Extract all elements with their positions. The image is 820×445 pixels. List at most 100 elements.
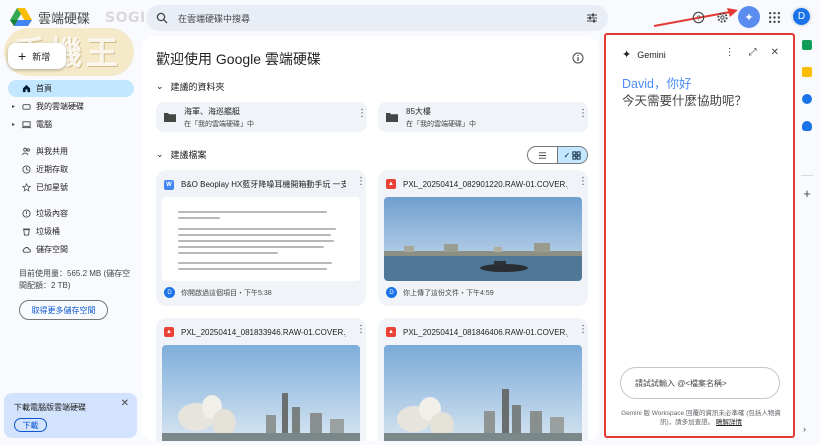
avatar: D bbox=[164, 287, 175, 298]
sidebar-item-spam[interactable]: 垃圾內容 bbox=[8, 205, 134, 222]
suggested-files-header[interactable]: ⌄ 建議檔案 bbox=[156, 148, 207, 161]
gear-icon[interactable] bbox=[713, 8, 731, 26]
folder-name: 海軍、海巡艦艇 bbox=[184, 106, 240, 116]
new-button[interactable]: + 新增 bbox=[8, 43, 66, 69]
folder-location: 在「我的雲端硬碟」中 bbox=[184, 120, 254, 128]
search-bar[interactable]: 在雲端硬碟中搜尋 bbox=[146, 5, 608, 31]
sidebar-item-star[interactable]: 已加星號 bbox=[8, 179, 134, 196]
image-file-icon: ▲ bbox=[164, 327, 174, 337]
file-name: B&O Beoplay HX藍牙降噪耳機開箱動手玩 一支有... bbox=[181, 180, 346, 189]
clock-icon bbox=[22, 165, 31, 174]
avatar: D bbox=[386, 287, 397, 298]
storage-usage-text: 目前使用量：565.2 MB (儲存空間配額：2 TB) bbox=[19, 269, 131, 290]
cloud-icon bbox=[22, 245, 31, 254]
sidebar-item-label: 首頁 bbox=[36, 84, 52, 93]
download-card-title: 下載電腦版雲端硬碟 bbox=[14, 403, 86, 412]
word-file-icon: W bbox=[164, 179, 174, 190]
sidebar-item-label: 儲存空間 bbox=[36, 245, 68, 254]
info-icon[interactable] bbox=[572, 52, 584, 64]
chevron-right-icon[interactable]: › bbox=[803, 424, 806, 434]
gemini-disclaimer-text: Gemini 版 Workspace 回覆的資訊未必準確 (包括人物資訊)，請多… bbox=[621, 410, 781, 426]
gemini-title: Gemini bbox=[637, 49, 666, 60]
close-icon[interactable]: ✕ bbox=[121, 398, 129, 409]
sidebar-item-label: 已加星號 bbox=[36, 183, 68, 192]
more-options-icon[interactable]: ⋮ bbox=[725, 47, 735, 58]
app-name: 雲端硬碟 bbox=[38, 10, 91, 26]
drive-logo-icon bbox=[10, 8, 32, 26]
image-file-icon: ▲ bbox=[386, 179, 396, 189]
suggested-folders-header[interactable]: ⌄ 建議的資料夾 bbox=[156, 80, 225, 93]
folder-card[interactable]: 海軍、海巡艦艇 在「我的雲端硬碟」中 ⋮ bbox=[156, 102, 367, 132]
file-card[interactable]: W B&O Beoplay HX藍牙降噪耳機開箱動手玩 一支有... ⋮ D 你… bbox=[156, 170, 366, 306]
sparkle-icon: ✦ bbox=[744, 11, 754, 24]
more-options-icon[interactable]: ⋮ bbox=[578, 109, 588, 119]
file-name: PXL_20250414_081833946.RAW-01.COVER.jpg bbox=[181, 327, 346, 337]
people-icon bbox=[22, 147, 31, 156]
trash-icon bbox=[22, 227, 31, 236]
sidebar-item-computer[interactable]: ▸ 電腦 bbox=[8, 116, 134, 133]
add-addon-icon[interactable]: + bbox=[800, 186, 814, 201]
gemini-disclaimer: Gemini 版 Workspace 回覆的資訊未必準確 (包括人物資訊)，請多… bbox=[616, 409, 786, 427]
get-more-storage-button[interactable]: 取得更多儲存空間 bbox=[19, 300, 108, 320]
svg-text:?: ? bbox=[696, 13, 700, 22]
sidebar-item-drive[interactable]: ▸ 我的雲端硬碟 bbox=[8, 98, 134, 115]
tune-icon[interactable] bbox=[586, 12, 598, 24]
gemini-prompt-input[interactable]: 請試試輸入 @<檔案名稱> bbox=[620, 367, 780, 399]
drive-logo[interactable]: 雲端硬碟 bbox=[10, 7, 90, 27]
sidebar-item-label: 我的雲端硬碟 bbox=[36, 102, 84, 111]
rail-divider bbox=[801, 175, 813, 176]
sidebar-item-cloud[interactable]: 儲存空間 bbox=[8, 241, 134, 258]
sidebar-item-label: 垃圾桶 bbox=[36, 227, 60, 236]
computer-icon bbox=[22, 120, 31, 129]
page-title: 歡迎使用 Google 雲端硬碟 bbox=[156, 51, 321, 67]
tasks-icon[interactable] bbox=[802, 94, 812, 104]
contacts-icon[interactable] bbox=[802, 121, 812, 131]
sidebar-item-label: 垃圾內容 bbox=[36, 209, 68, 218]
apps-grid-icon[interactable] bbox=[765, 8, 783, 26]
more-options-icon[interactable]: ⋮ bbox=[356, 325, 366, 335]
grid-view-button[interactable]: ✓ bbox=[557, 147, 587, 163]
sidebar-item-people[interactable]: 與我共用 bbox=[8, 143, 134, 160]
more-options-icon[interactable]: ⋮ bbox=[356, 177, 366, 187]
learn-more-link[interactable]: 瞭解詳情 bbox=[716, 419, 742, 426]
sidebar-item-trash[interactable]: 垃圾桶 bbox=[8, 223, 134, 240]
more-options-icon[interactable]: ⋮ bbox=[578, 177, 588, 187]
check-icon: ✓ bbox=[563, 150, 571, 160]
folder-icon bbox=[386, 113, 398, 122]
file-card[interactable]: ▲ PXL_20250414_081846406.RAW-01.COVER.jp… bbox=[378, 318, 588, 441]
caret-right-icon[interactable]: ▸ bbox=[12, 121, 17, 128]
image-file-icon: ▲ bbox=[386, 327, 396, 337]
expand-icon[interactable]: ⤢ bbox=[749, 47, 757, 58]
plus-icon: + bbox=[18, 48, 27, 64]
avatar[interactable]: D bbox=[791, 6, 812, 27]
file-card[interactable]: ▲ PXL_20250414_082901220.RAW-01.COVER.jp… bbox=[378, 170, 588, 306]
help-icon[interactable]: ? bbox=[689, 8, 707, 26]
list-view-button[interactable] bbox=[528, 147, 557, 163]
watermark-brand: SOGI bbox=[105, 10, 146, 26]
spam-icon bbox=[22, 209, 31, 218]
sheets-icon[interactable] bbox=[802, 40, 812, 50]
file-activity: 你開啟過這個項目・下午5:38 bbox=[181, 289, 272, 297]
gemini-toggle-button[interactable]: ✦ bbox=[738, 6, 760, 28]
file-thumbnail bbox=[162, 197, 360, 281]
sidebar-item-label: 與我共用 bbox=[36, 147, 68, 156]
main-content: 歡迎使用 Google 雲端硬碟 ⌄ 建議的資料夾 海軍、海巡艦艇 在「我的雲端… bbox=[142, 36, 598, 441]
suggested-files-heading: 建議檔案 bbox=[170, 150, 207, 160]
download-button[interactable]: 下載 bbox=[14, 418, 47, 432]
sidebar-item-clock[interactable]: 近期存取 bbox=[8, 161, 134, 178]
sidebar-item-label: 近期存取 bbox=[36, 165, 68, 174]
folder-card[interactable]: 85大樓 在「我的雲端硬碟」中 ⋮ bbox=[378, 102, 588, 132]
search-input[interactable]: 在雲端硬碟中搜尋 bbox=[178, 12, 576, 25]
file-activity: 你上傳了這份文件・下午4:59 bbox=[403, 289, 494, 297]
folder-icon bbox=[164, 113, 176, 122]
search-icon[interactable] bbox=[156, 12, 168, 24]
caret-right-icon[interactable]: ▸ bbox=[12, 103, 17, 110]
close-icon[interactable]: ✕ bbox=[771, 47, 779, 58]
more-options-icon[interactable]: ⋮ bbox=[357, 109, 367, 119]
keep-icon[interactable] bbox=[802, 67, 812, 77]
sidebar-item-label: 電腦 bbox=[36, 120, 52, 129]
more-options-icon[interactable]: ⋮ bbox=[578, 325, 588, 335]
file-card[interactable]: ▲ PXL_20250414_081833946.RAW-01.COVER.jp… bbox=[156, 318, 366, 441]
file-thumbnail bbox=[384, 345, 582, 441]
sidebar-item-home[interactable]: 首頁 bbox=[8, 80, 134, 97]
